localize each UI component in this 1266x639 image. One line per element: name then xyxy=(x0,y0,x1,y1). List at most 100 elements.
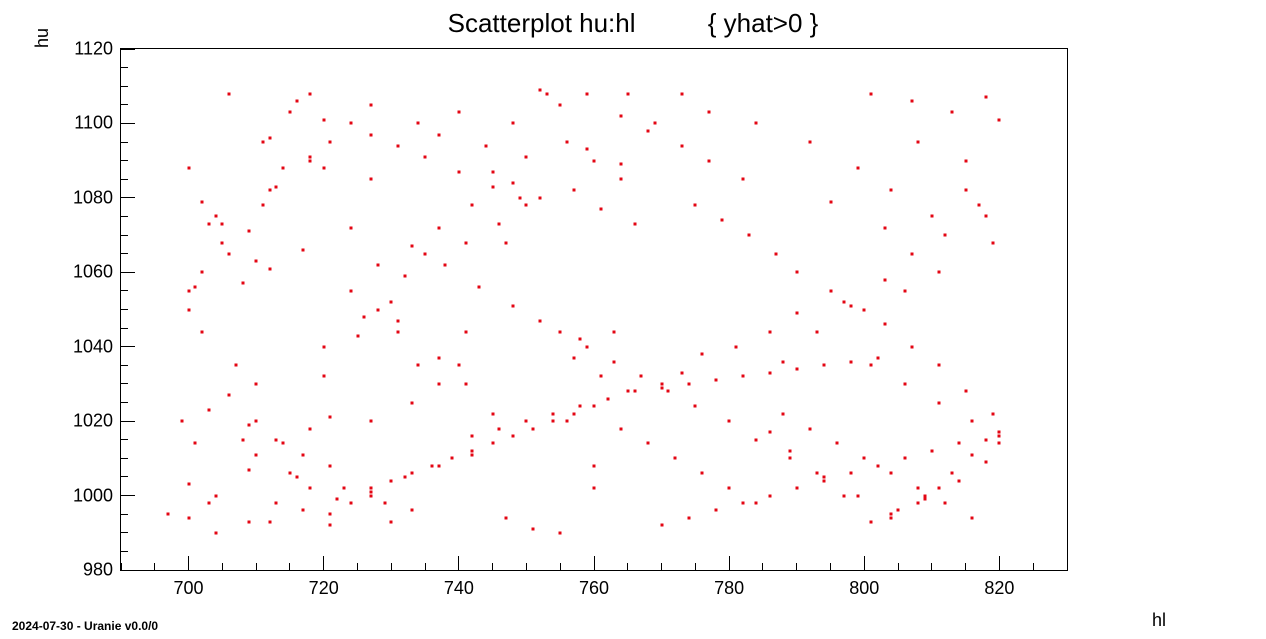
data-point xyxy=(687,382,690,385)
data-point xyxy=(822,364,825,367)
data-point xyxy=(194,442,197,445)
data-point xyxy=(261,141,264,144)
data-point xyxy=(728,487,731,490)
data-point xyxy=(268,189,271,192)
data-point xyxy=(255,420,258,423)
data-point xyxy=(876,356,879,359)
data-point xyxy=(302,453,305,456)
data-point xyxy=(890,516,893,519)
data-point xyxy=(268,137,271,140)
data-point xyxy=(282,167,285,170)
footer-text: 2024-07-30 - Uranie v0.0/0 xyxy=(12,619,158,633)
data-point xyxy=(214,494,217,497)
data-point xyxy=(430,464,433,467)
data-point xyxy=(653,122,656,125)
data-point xyxy=(322,375,325,378)
data-point xyxy=(984,215,987,218)
data-point xyxy=(775,252,778,255)
data-point xyxy=(565,141,568,144)
data-point xyxy=(957,442,960,445)
data-point xyxy=(795,368,798,371)
data-point xyxy=(620,114,623,117)
data-point xyxy=(464,330,467,333)
data-point xyxy=(397,319,400,322)
data-point xyxy=(870,92,873,95)
data-point xyxy=(342,487,345,490)
data-point xyxy=(890,513,893,516)
data-point xyxy=(410,401,413,404)
y-tick-label: 1040 xyxy=(73,336,113,357)
data-point xyxy=(910,252,913,255)
x-tick-label: 740 xyxy=(444,578,474,599)
data-point xyxy=(288,111,291,114)
data-point xyxy=(201,330,204,333)
data-point xyxy=(275,502,278,505)
data-point xyxy=(572,356,575,359)
data-point xyxy=(917,487,920,490)
data-point xyxy=(207,502,210,505)
data-point xyxy=(241,282,244,285)
data-point xyxy=(971,453,974,456)
data-point xyxy=(505,516,508,519)
data-point xyxy=(268,520,271,523)
data-point xyxy=(565,420,568,423)
y-tick-label: 1020 xyxy=(73,411,113,432)
data-point xyxy=(403,275,406,278)
data-point xyxy=(593,405,596,408)
y-tick-label: 980 xyxy=(83,560,113,581)
data-point xyxy=(843,301,846,304)
data-point xyxy=(937,271,940,274)
x-tick-label: 720 xyxy=(309,578,339,599)
data-point xyxy=(167,513,170,516)
data-point xyxy=(978,204,981,207)
data-point xyxy=(505,241,508,244)
data-point xyxy=(788,449,791,452)
data-point xyxy=(207,408,210,411)
data-point xyxy=(370,487,373,490)
data-point xyxy=(937,401,940,404)
data-point xyxy=(370,103,373,106)
data-point xyxy=(795,271,798,274)
data-point xyxy=(228,92,231,95)
data-point xyxy=(822,479,825,482)
data-point xyxy=(349,122,352,125)
data-point xyxy=(491,185,494,188)
data-point xyxy=(518,196,521,199)
data-point xyxy=(370,133,373,136)
data-point xyxy=(694,405,697,408)
data-point xyxy=(424,252,427,255)
y-axis-label: hu xyxy=(32,28,53,48)
data-point xyxy=(538,88,541,91)
data-point xyxy=(383,502,386,505)
data-point xyxy=(647,442,650,445)
data-point xyxy=(552,412,555,415)
data-point xyxy=(538,319,541,322)
data-point xyxy=(680,92,683,95)
data-point xyxy=(403,475,406,478)
data-point xyxy=(883,226,886,229)
data-point xyxy=(984,438,987,441)
data-point xyxy=(984,96,987,99)
data-point xyxy=(924,494,927,497)
data-point xyxy=(559,531,562,534)
data-point xyxy=(883,323,886,326)
data-point xyxy=(437,226,440,229)
data-point xyxy=(295,100,298,103)
data-point xyxy=(883,278,886,281)
data-point xyxy=(248,230,251,233)
data-point xyxy=(329,513,332,516)
data-point xyxy=(870,364,873,367)
data-point xyxy=(322,118,325,121)
data-point xyxy=(971,516,974,519)
data-point xyxy=(437,464,440,467)
y-tick-label: 1060 xyxy=(73,262,113,283)
data-point xyxy=(457,170,460,173)
data-point xyxy=(390,520,393,523)
data-point xyxy=(579,405,582,408)
data-point xyxy=(728,420,731,423)
data-point xyxy=(538,196,541,199)
data-point xyxy=(295,475,298,478)
data-point xyxy=(302,248,305,251)
y-tick-label: 1080 xyxy=(73,187,113,208)
data-point xyxy=(255,453,258,456)
